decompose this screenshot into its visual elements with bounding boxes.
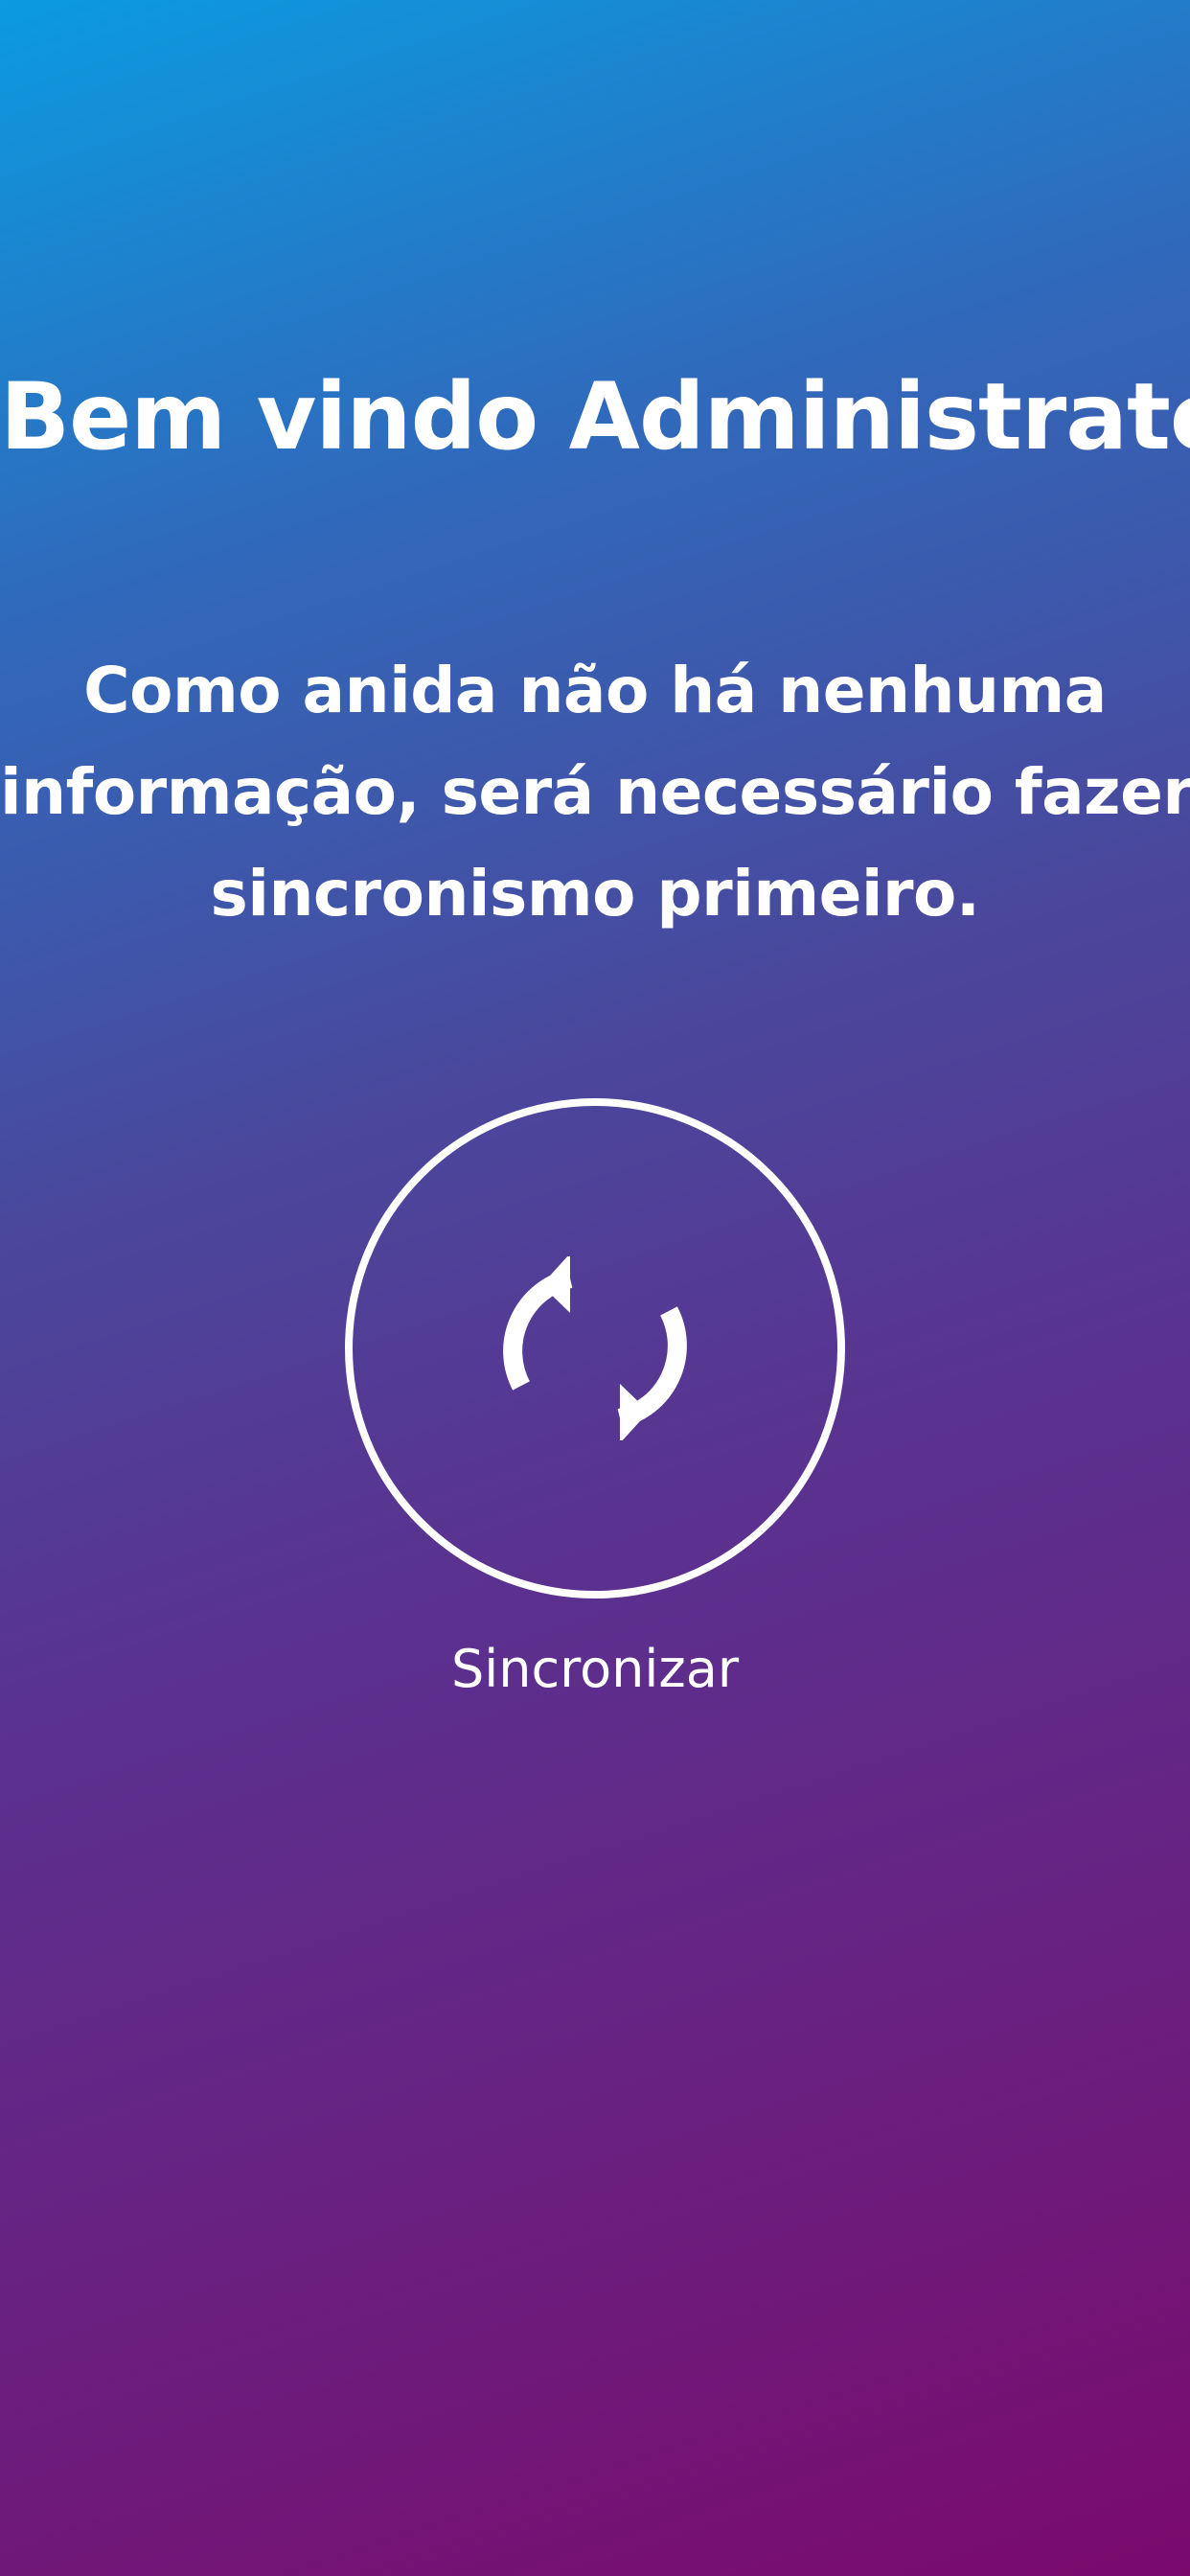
page-title: Bem vindo Administrator: [0, 363, 1190, 471]
message-line-1: Como anida não há nenhuma: [83, 654, 1107, 727]
sync-button[interactable]: [345, 1098, 845, 1598]
welcome-screen: Bem vindo Administrator Como anida não h…: [0, 0, 1190, 2576]
sync-required-message: Como anida não há nenhuma informação, se…: [0, 640, 1190, 945]
message-line-2: informação, será necessário fazer o: [0, 755, 1190, 829]
message-line-3: sincronismo primeiro.: [210, 857, 980, 931]
sync-button-label[interactable]: Sincronizar: [0, 1631, 1190, 1708]
sync-icon: [503, 1256, 687, 1440]
